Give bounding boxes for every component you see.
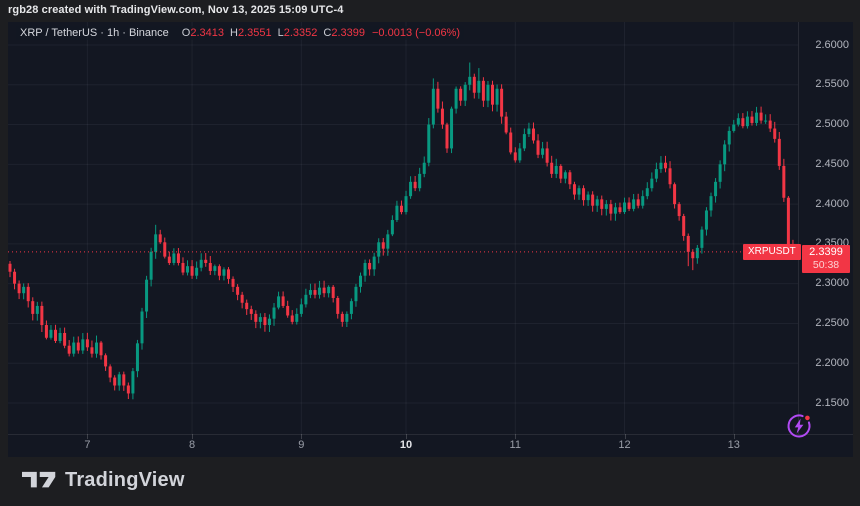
candlestick-series[interactable] xyxy=(8,22,853,457)
time-tick-label: 8 xyxy=(177,439,207,451)
time-tick-label: 11 xyxy=(500,439,530,451)
last-price-value: 2.3399 xyxy=(802,246,850,259)
time-axis-separator xyxy=(8,434,853,435)
tradingview-footer[interactable]: TradingView xyxy=(22,465,185,495)
tradingview-snapshot: { "header": { "note": "rgb28 created wit… xyxy=(0,0,860,506)
bar-countdown: 50:38 xyxy=(802,259,850,272)
time-tick-label: 12 xyxy=(610,439,640,451)
low-value: 2.3352 xyxy=(284,27,318,39)
change-value: −0.0013 (−0.06%) xyxy=(372,27,460,39)
tradingview-logo-icon xyxy=(22,469,56,491)
chart-pane[interactable]: XRP / TetherUS · 1h · BinanceO2.3413H2.3… xyxy=(8,22,853,457)
high-value: 2.3551 xyxy=(238,27,272,39)
time-tick-label: 7 xyxy=(72,439,102,451)
instant-refresh-icon[interactable] xyxy=(785,412,813,440)
last-price-flag: 2.3399 50:38 xyxy=(802,245,850,273)
time-tick-label: 9 xyxy=(286,439,316,451)
high-label: H xyxy=(230,27,238,39)
symbol-legend[interactable]: XRP / TetherUS · 1h · BinanceO2.3413H2.3… xyxy=(16,26,464,40)
tradingview-wordmark: TradingView xyxy=(65,469,185,492)
series-price-flag: XRPUSDT xyxy=(743,244,801,260)
symbol-title[interactable]: XRP / TetherUS · 1h · Binance xyxy=(20,27,169,39)
price-axis-separator xyxy=(798,22,799,434)
close-value: 2.3399 xyxy=(331,27,365,39)
time-tick-label: 13 xyxy=(719,439,749,451)
snapshot-attribution: rgb28 created with TradingView.com, Nov … xyxy=(8,4,344,16)
open-value: 2.3413 xyxy=(190,27,224,39)
time-tick-label: 10 xyxy=(391,439,421,451)
